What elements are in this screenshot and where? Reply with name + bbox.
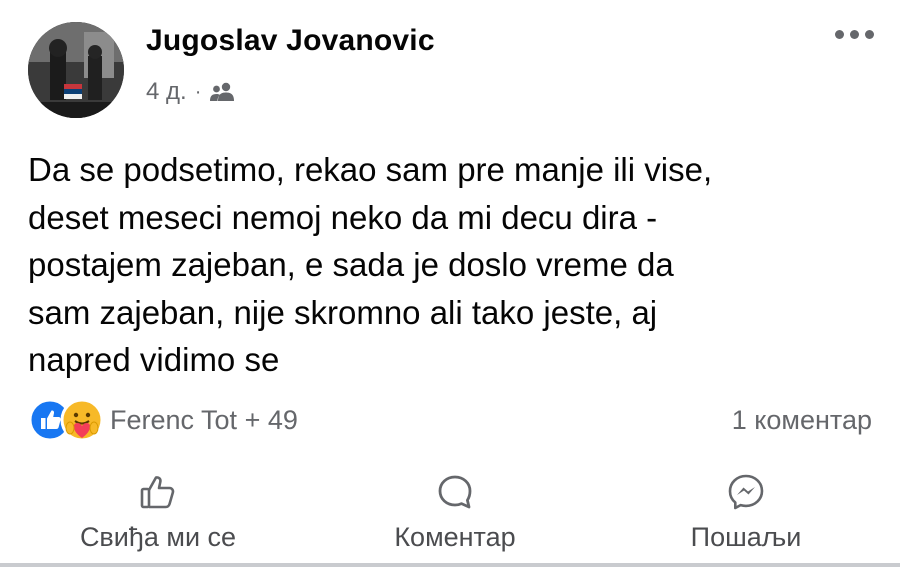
send-label: Пошаљи: [690, 522, 802, 552]
like-button[interactable]: Свиђа ми се: [28, 472, 288, 553]
divider: [0, 563, 900, 567]
avatar[interactable]: [28, 22, 124, 118]
messenger-icon: [726, 472, 766, 512]
comment-button[interactable]: Коментар: [325, 472, 585, 553]
post-meta: 4 д. ·: [146, 78, 237, 106]
author-name[interactable]: Jugoslav Jovanovic: [146, 24, 435, 58]
post-text: Da se podsetimo, rekao sam pre manje ili…: [28, 151, 713, 378]
facebook-post: Jugoslav Jovanovic 4 д. · Da se podsetim…: [0, 0, 900, 567]
comment-bubble-icon: [435, 472, 475, 512]
care-icon: [60, 398, 104, 442]
comment-label: Коментар: [394, 522, 516, 552]
send-button[interactable]: Пошаљи: [616, 472, 876, 553]
meta-separator: ·: [194, 80, 202, 103]
friends-icon: [209, 81, 237, 103]
post-time[interactable]: 4 д.: [146, 78, 187, 106]
more-options-icon[interactable]: [835, 30, 874, 39]
comments-count[interactable]: 1 коментар: [732, 405, 872, 436]
thumbs-up-icon: [138, 472, 178, 512]
reactions-summary[interactable]: Ferenc Tot + 49: [28, 398, 298, 442]
reaction-names[interactable]: Ferenc Tot + 49: [110, 405, 298, 436]
like-label: Свиђа ми се: [79, 522, 237, 552]
